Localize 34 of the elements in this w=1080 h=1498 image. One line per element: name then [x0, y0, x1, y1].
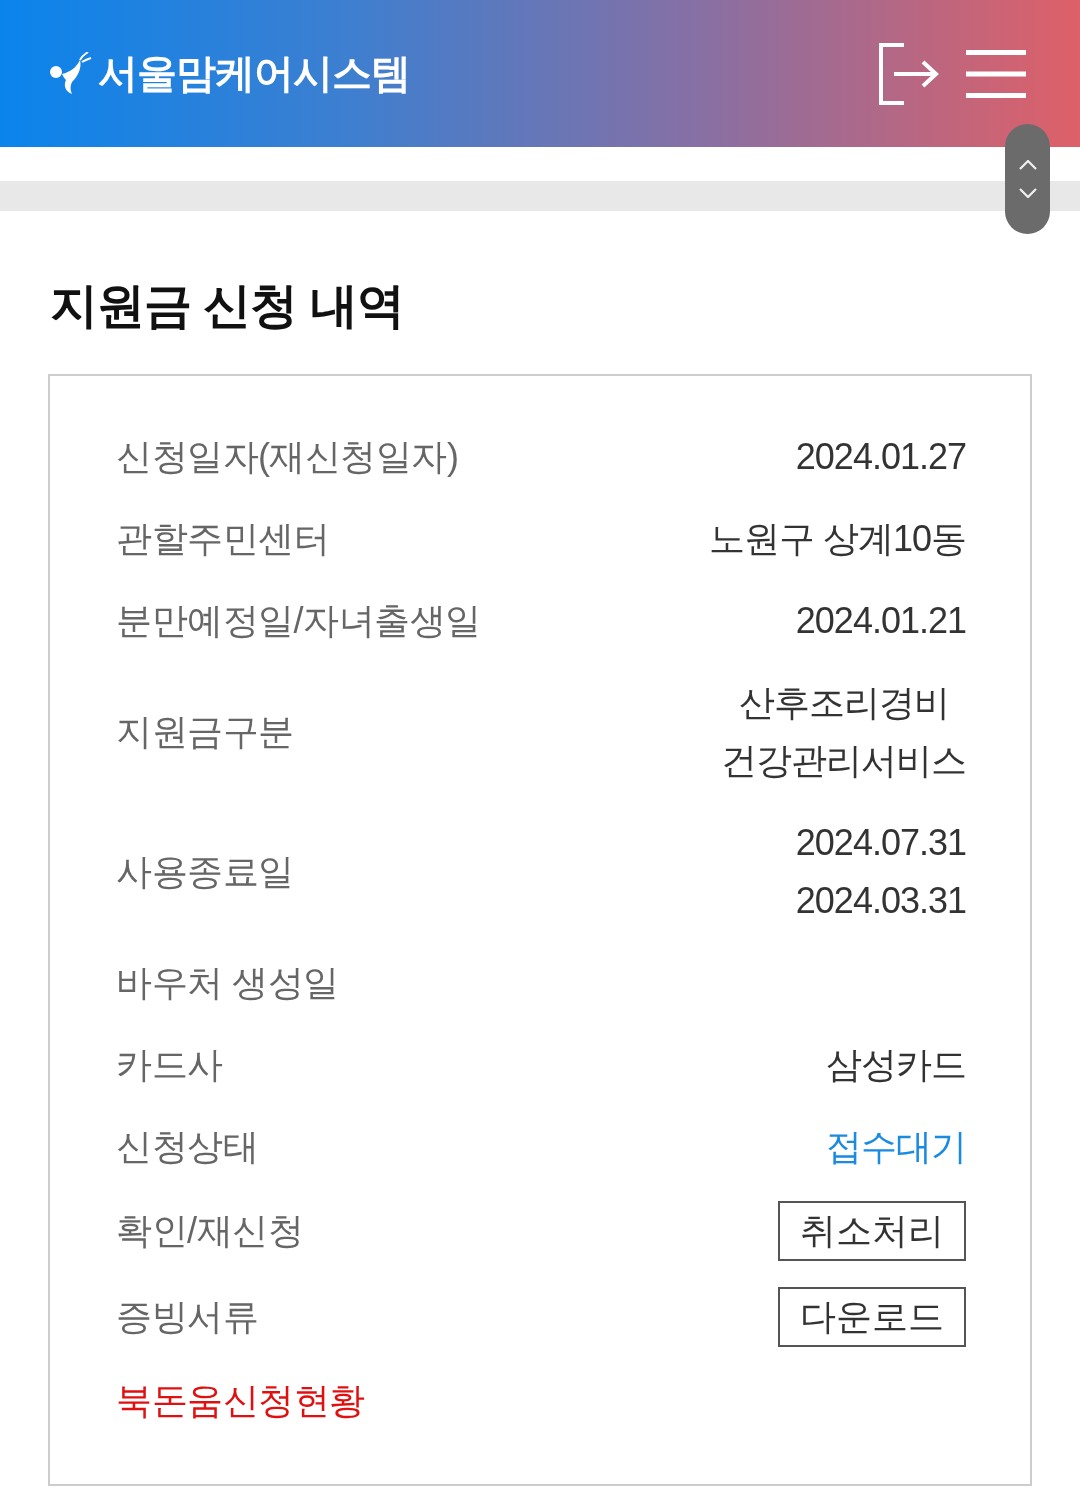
field-label: 신청일자(재신청일자) [116, 435, 459, 479]
status-link[interactable]: 북돈움신청현황 [116, 1372, 365, 1430]
chevron-up-icon [1018, 160, 1037, 170]
field-label: 신청상태 [116, 1125, 258, 1169]
logout-icon [878, 42, 940, 105]
chevron-down-icon [1018, 188, 1037, 198]
logo-text: 서울맘케어시스템 [98, 50, 410, 97]
field-label: 분만예정일/자녀출생일 [116, 599, 481, 643]
field-value: 2024.01.27 [795, 435, 966, 479]
field-label: 사용종료일 [116, 850, 294, 894]
action-button[interactable]: 취소처리 [778, 1201, 966, 1261]
person-logo-icon [48, 51, 92, 96]
field-value: 건강관리서비스 [721, 739, 966, 783]
field-label: 카드사 [116, 1043, 223, 1087]
field-label: 지원금구분 [116, 710, 294, 754]
scroll-down-button[interactable] [1018, 188, 1037, 198]
site-logo[interactable]: 서울맘케어시스템 [48, 46, 410, 101]
status-value: 접수대기 [826, 1125, 966, 1169]
menu-icon [966, 49, 1026, 98]
logout-button[interactable] [878, 42, 940, 105]
field-value: 2024.03.31 [795, 879, 966, 923]
menu-button[interactable] [966, 49, 1026, 98]
field-value: 노원구 상계10동 [708, 517, 966, 561]
field-value: 산후조리경비 [738, 681, 949, 725]
scroll-up-button[interactable] [1018, 160, 1037, 170]
field-value: 2024.07.31 [795, 821, 966, 865]
field-label: 증빙서류 [116, 1295, 258, 1339]
field-value: 삼성카드 [826, 1043, 966, 1087]
field-label: 관할주민센터 [116, 517, 329, 561]
field-label: 바우처 생성일 [116, 961, 339, 1005]
field-label: 확인/재신청 [116, 1209, 303, 1253]
action-button[interactable]: 다운로드 [778, 1287, 966, 1347]
field-value: 2024.01.21 [795, 599, 966, 643]
page-title: 지원금 신청 내역 [50, 278, 405, 334]
